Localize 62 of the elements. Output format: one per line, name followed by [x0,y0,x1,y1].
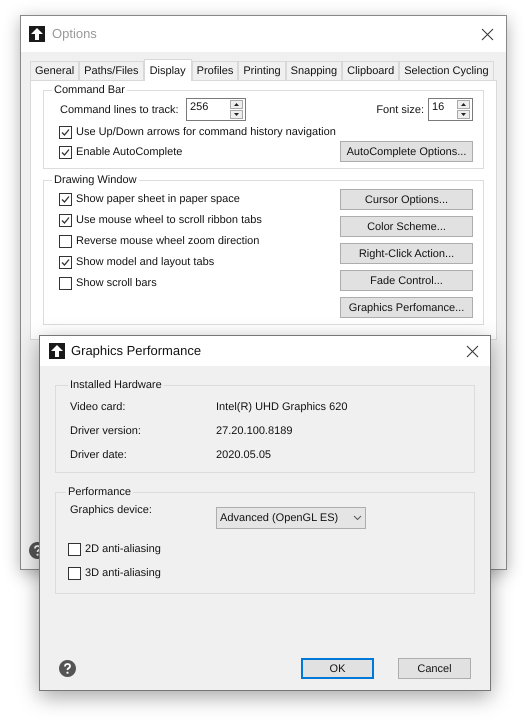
checkbox-label: Use Up/Down arrows for command history navigation [76,125,336,139]
help-icon[interactable] [59,660,76,677]
checkbox-label: Enable AutoComplete [76,145,182,159]
checkbox-label: Show paper sheet in paper space [76,192,240,206]
checkbox[interactable] [59,214,72,226]
dialog-button[interactable]: OK [301,658,374,679]
tab[interactable]: Selection Cycling [399,61,494,80]
checkbox-label: 3D anti-aliasing [85,566,161,580]
app-logo-icon [49,343,65,359]
checkbox[interactable] [59,276,72,290]
info-label: Driver version: [70,424,142,438]
group-title: Performance [67,485,132,499]
tab[interactable]: Profiles [192,61,238,80]
spin-up-icon[interactable] [457,100,470,109]
tab[interactable]: Snapping [286,61,342,80]
field-label: Font size: [376,102,424,116]
checkbox[interactable] [68,542,81,556]
info-label: Driver date: [70,448,128,462]
dialog-button[interactable]: Cancel [398,658,471,679]
checkbox[interactable] [59,192,72,206]
checkbox-label: Show model and layout tabs [76,255,214,269]
checkbox-label: 2D anti-aliasing [85,542,161,556]
checkbox-label: Reverse mouse wheel zoom direction [76,234,260,248]
checkbox[interactable] [59,146,72,158]
checkbox[interactable] [59,234,72,248]
dialog-button[interactable]: Color Scheme... [340,216,473,237]
info-value: 27.20.100.8189 [216,424,292,438]
spin-field[interactable]: 16 [428,98,473,121]
close-icon[interactable] [466,344,479,358]
tab[interactable]: Clipboard [342,61,400,80]
group-title: Installed Hardware [69,378,163,392]
dialog-button[interactable]: Graphics Perfomance... [340,297,473,318]
tab[interactable]: Paths/Files [79,61,144,80]
dialog-button[interactable]: Right-Click Action... [340,243,473,264]
app-logo-icon [29,26,45,42]
spin-down-icon[interactable] [457,110,470,119]
checkbox-label: Use mouse wheel to scroll ribbon tabs [76,213,262,227]
window-title: Options [52,27,98,41]
info-label: Video card: [70,400,126,414]
spin-up-icon[interactable] [230,100,243,109]
info-value: 2020.05.05 [216,448,272,462]
dialog-button[interactable]: Cursor Options... [340,189,473,210]
chevron-down-icon [353,515,362,521]
spin-field[interactable]: 256 [186,98,246,121]
window-title: Graphics Performance [71,344,202,358]
close-icon[interactable] [481,28,494,40]
tab[interactable]: Printing [238,61,286,80]
graphics-device-dropdown[interactable]: Advanced (OpenGL ES) [216,507,366,529]
checkbox[interactable] [59,256,72,268]
tab[interactable]: General [30,61,80,80]
info-value: Intel(R) UHD Graphics 620 [216,400,348,414]
group-title: Command Bar [53,83,126,97]
field-label: Graphics device: [70,503,153,517]
checkbox[interactable] [59,126,72,138]
dialog-button[interactable]: Fade Control... [340,270,473,291]
checkbox[interactable] [68,566,81,580]
checkbox-label: Show scroll bars [76,276,157,290]
autocomplete-options-button[interactable]: AutoComplete Options... [340,141,473,162]
group-title: Drawing Window [53,173,138,187]
field-label: Command lines to track: [60,102,180,116]
spin-down-icon[interactable] [230,110,243,119]
tab[interactable]: Display [144,59,192,81]
